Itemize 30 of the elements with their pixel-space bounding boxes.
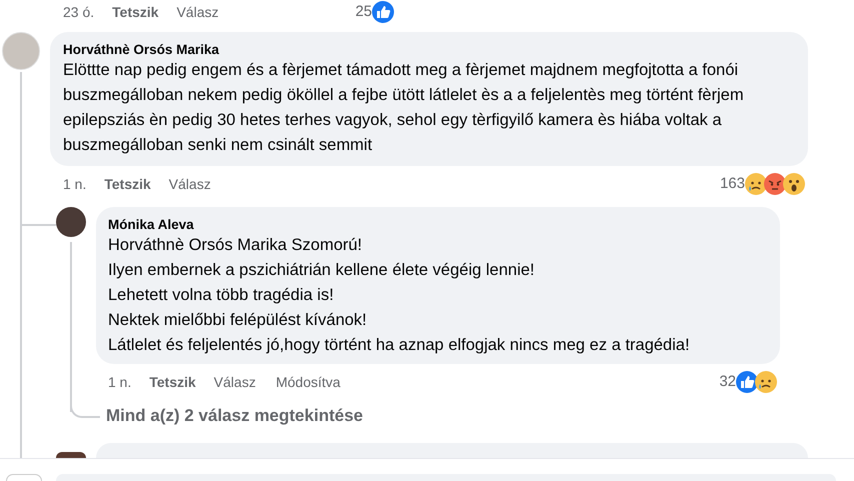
like-link[interactable]: Tetszik — [112, 2, 159, 22]
reply-link[interactable]: Válasz — [214, 372, 256, 392]
crying-face-icon — [755, 371, 777, 393]
avatar[interactable] — [56, 207, 86, 237]
time-stamp[interactable]: 1 n. — [63, 174, 86, 194]
comment-text: Elöttte nap pedig engem és a fèrjemet támadott meg a fèrjemet majdnem megfojtotta a fonói buszmegálloban nekem pedig ököllel a fejbe ütött látlelet ès a a feljelentès meg történt fèrjem epilepsziás èn pedig 30 hetes terhes vagyok, sehol egy tèrfigyilő kamera ès hiába voltak a buszmegálloban senki nem csinált semmit — [63, 60, 745, 156]
comment-text: Ilyen embernek a pszichiátrián kellene élete végéig lennie! — [108, 260, 536, 281]
reply-link[interactable]: Válasz — [176, 2, 219, 22]
reaction-count[interactable]: 163 — [720, 172, 745, 196]
reaction-count[interactable]: 32 — [719, 370, 736, 394]
reaction-count[interactable]: 25 — [355, 0, 372, 24]
comment-author[interactable]: Horváthnè Orsós Marika — [63, 42, 795, 58]
comment-text: Nektek mielőbbi felépülést kívánok! — [108, 310, 368, 331]
comment-text: Horváthnè Orsós Marika Szomorú! — [108, 235, 364, 256]
time-stamp[interactable]: 23 ó. — [63, 2, 94, 22]
crying-face-icon — [745, 173, 767, 195]
like-link[interactable]: Tetszik — [104, 174, 151, 194]
thumbs-up-icon — [372, 1, 394, 23]
avatar[interactable] — [56, 452, 86, 458]
view-replies-link[interactable]: Mind a(z) 2 válasz megtekintése — [106, 403, 363, 428]
comment-text: Látlelet és feljelentés jó,hogy történt ha aznap elfogjak nincs meg ez a tragédia! — [108, 335, 691, 356]
time-stamp[interactable]: 1 n. — [108, 372, 132, 392]
reply-link[interactable]: Válasz — [168, 174, 211, 194]
edited-label: Módosítva — [276, 372, 340, 392]
thumbs-up-icon — [736, 371, 758, 393]
comment-text: Lehetett volna több tragédia is! — [108, 285, 335, 306]
angry-face-icon — [764, 173, 786, 195]
surprised-face-icon — [783, 173, 805, 195]
like-link[interactable]: Tetszik — [149, 372, 196, 392]
comment-author[interactable]: Mónika Aleva — [108, 217, 768, 233]
